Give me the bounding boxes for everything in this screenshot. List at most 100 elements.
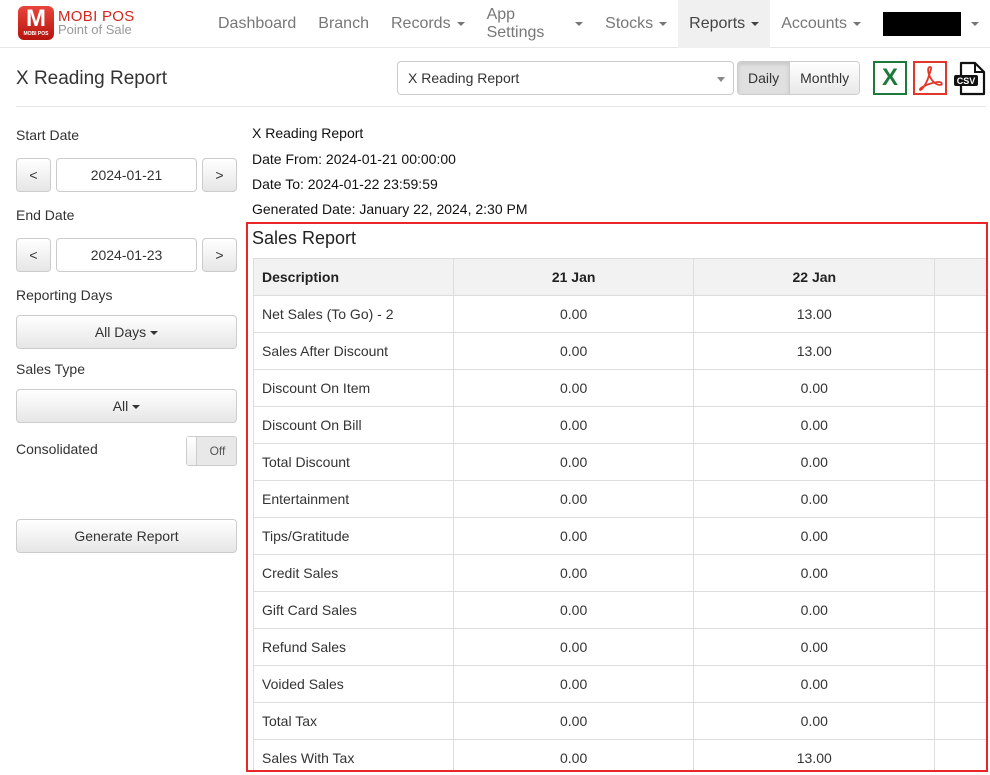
row-value-22-jan: 0.00 [693,628,936,666]
caret-down-icon [659,22,668,26]
brand[interactable]: M MOBI POS MOBI POS Point of Sale [18,6,135,40]
row-value-22-jan: 0.00 [693,406,936,444]
svg-text:CSV: CSV [957,76,976,86]
row-value-21-jan: 0.00 [452,591,695,629]
row-value-22-jan: 0.00 [693,554,936,592]
table-row: Refund Sales 0.00 0.00 [253,628,986,666]
report-name: X Reading Report [252,125,364,141]
start-date-picker: < 2024-01-21 > [16,158,237,192]
end-date-label: End Date [16,207,75,223]
nav-item-accounts[interactable]: Accounts [770,0,872,48]
table-row: Credit Sales 0.00 0.00 [253,554,986,592]
nav-item-reports[interactable]: Reports [678,0,771,48]
section-title: Sales Report [252,228,357,248]
sales-type-dropdown[interactable]: All [16,389,237,423]
nav-item-dashboard[interactable]: Dashboard [207,0,307,48]
row-value-extra [934,702,986,740]
row-value-extra [934,480,986,518]
caret-down-icon [751,22,760,26]
brand-tagline: Point of Sale [58,22,132,37]
row-value-extra [934,665,986,703]
start-date-label: Start Date [16,127,80,143]
row-description: Sales With Tax [253,739,454,770]
row-description: Sales After Discount [253,332,454,370]
end-date-input[interactable]: 2024-01-23 [56,238,197,272]
daily-button[interactable]: Daily [738,62,790,94]
row-value-21-jan: 0.00 [452,739,695,770]
row-value-22-jan: 0.00 [693,480,936,518]
nav-item-branch[interactable]: Branch [307,0,380,48]
report-type-select[interactable]: X Reading Report [397,61,734,95]
consolidated-label: Consolidated [16,441,98,457]
row-value-21-jan: 0.00 [452,332,695,370]
row-description: Voided Sales [253,665,454,703]
top-navbar: M MOBI POS MOBI POS Point of Sale Dashbo… [0,0,990,48]
row-description: Discount On Item [253,369,454,407]
nav-item-records[interactable]: Records [380,0,476,48]
table-row: Net Sales (To Go) - 2 0.00 13.00 [253,295,986,333]
end-date-prev-button[interactable]: < [16,238,51,272]
reporting-days-dropdown[interactable]: All Days [16,315,237,349]
row-value-21-jan: 0.00 [452,443,695,481]
consolidated-toggle[interactable]: Off [186,436,237,466]
row-value-extra [934,443,986,481]
brand-logo-icon: M MOBI POS [18,6,54,40]
end-date-next-button[interactable]: > [202,238,237,272]
row-value-21-jan: 0.00 [452,702,695,740]
row-value-21-jan: 0.00 [452,295,695,333]
column-header-description: Description [253,258,454,296]
reporting-days-label: Reporting Days [16,287,113,303]
start-date-prev-button[interactable]: < [16,158,51,192]
row-description: Credit Sales [253,554,454,592]
table-row: Sales After Discount 0.00 13.00 [253,332,986,370]
row-description: Entertainment [253,480,454,518]
row-description: Total Discount [253,443,454,481]
caret-down-icon [971,22,979,26]
row-value-extra [934,591,986,629]
row-value-22-jan: 0.00 [693,702,936,740]
table-row: Total Discount 0.00 0.00 [253,443,986,481]
row-value-21-jan: 0.00 [452,406,695,444]
sales-report-table: Description 21 Jan 22 Jan Net Sales (To … [253,258,986,770]
table-row: Voided Sales 0.00 0.00 [253,665,986,703]
row-description: Net Sales (To Go) - 2 [253,295,454,333]
end-date-picker: < 2024-01-23 > [16,238,237,272]
nav-item-user-menu[interactable] [872,0,990,48]
pdf-export-button[interactable] [913,61,947,95]
row-value-extra [934,406,986,444]
table-row: Discount On Item 0.00 0.00 [253,369,986,407]
caret-down-icon [132,405,141,410]
caret-down-icon [717,77,725,82]
table-header-row: Description 21 Jan 22 Jan [253,258,986,296]
nav-item-stocks[interactable]: Stocks [594,0,678,48]
table-row: Tips/Gratitude 0.00 0.00 [253,517,986,555]
report-generated-date: Generated Date: January 22, 2024, 2:30 P… [252,201,528,217]
monthly-button[interactable]: Monthly [789,62,860,94]
column-header-21-jan: 21 Jan [452,258,695,296]
row-value-extra [934,369,986,407]
table-row: Gift Card Sales 0.00 0.00 [253,591,986,629]
report-date-to: Date To: 2024-01-22 23:59:59 [252,176,438,192]
nav-item-app-settings[interactable]: App Settings [476,0,595,48]
row-value-22-jan: 13.00 [693,739,936,770]
csv-export-button[interactable]: CSV [952,61,986,96]
row-value-22-jan: 13.00 [693,332,936,370]
row-value-22-jan: 0.00 [693,591,936,629]
excel-icon: X [881,64,898,91]
redacted-username [883,12,961,36]
start-date-input[interactable]: 2024-01-21 [56,158,197,192]
row-description: Total Tax [253,702,454,740]
excel-export-button[interactable]: X [873,61,907,95]
start-date-next-button[interactable]: > [202,158,237,192]
toggle-knob [187,437,197,465]
row-description: Refund Sales [253,628,454,666]
row-value-22-jan: 0.00 [693,443,936,481]
generate-report-button[interactable]: Generate Report [16,519,237,553]
row-description: Gift Card Sales [253,591,454,629]
row-value-extra [934,739,986,770]
row-value-21-jan: 0.00 [452,665,695,703]
row-value-21-jan: 0.00 [452,554,695,592]
table-row: Entertainment 0.00 0.00 [253,480,986,518]
pdf-icon [919,66,943,91]
column-header-extra [934,258,986,296]
